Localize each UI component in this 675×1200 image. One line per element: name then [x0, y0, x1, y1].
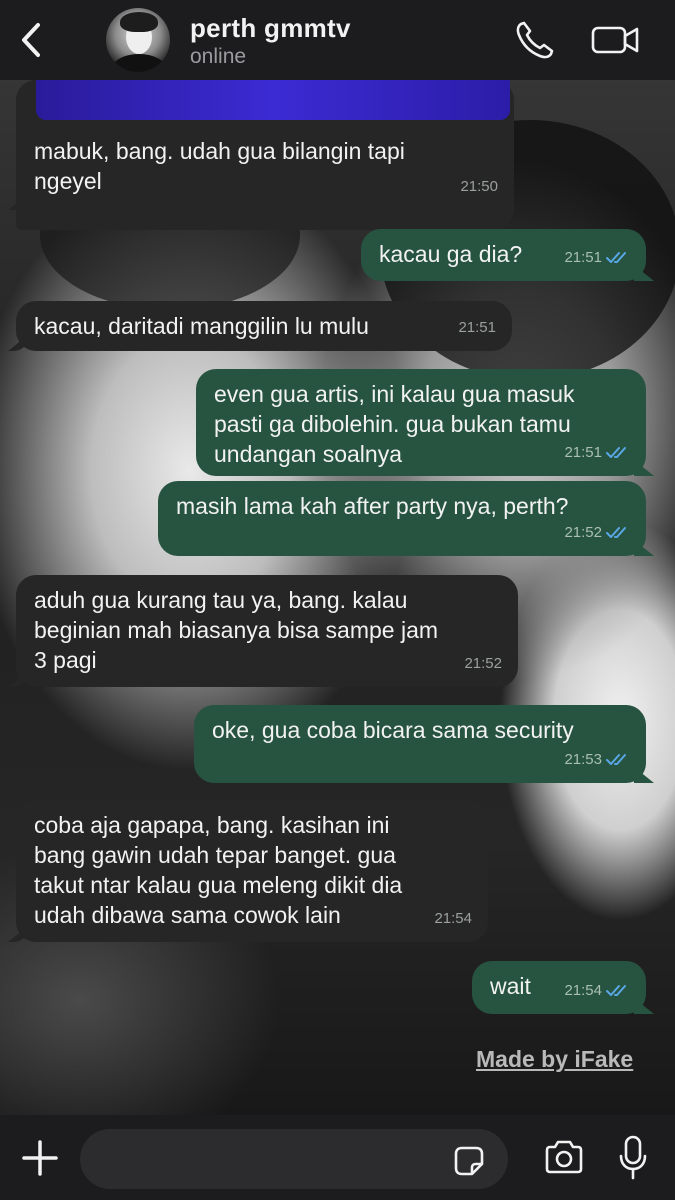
camera-icon — [545, 1140, 583, 1174]
chat-header: perth gmmtv online — [0, 0, 675, 80]
video-camera-icon — [591, 26, 639, 54]
message-meta: 21:50 — [460, 172, 498, 202]
outgoing-message[interactable]: masih lama kah after party nya, perth? 21… — [158, 481, 654, 556]
message-time: 21:52 — [564, 524, 602, 541]
outgoing-message[interactable]: even gua artis, ini kalau gua masuk past… — [196, 369, 654, 476]
message-text: aduh gua kurang tau ya, bang. kalau begi… — [34, 587, 439, 673]
avatar[interactable] — [106, 8, 170, 72]
media-thumbnail[interactable] — [36, 80, 510, 120]
message-time: 21:52 — [464, 655, 502, 672]
voice-call-button[interactable] — [512, 18, 558, 62]
read-receipt-icon — [606, 754, 626, 765]
message-text: oke, gua coba bicara sama security — [212, 717, 574, 743]
incoming-message[interactable]: mabuk, bang. udah gua bilangin tapi ngey… — [8, 126, 514, 210]
message-meta: 21:51 — [458, 313, 496, 343]
message-meta: 21:52 — [464, 649, 502, 679]
message-input[interactable] — [80, 1129, 508, 1189]
message-meta: 21:54 — [564, 976, 630, 1006]
plus-icon — [22, 1140, 58, 1176]
message-time: 21:51 — [564, 249, 602, 266]
message-text: kacau, daritadi manggilin lu mulu — [34, 313, 369, 339]
watermark: Made by iFake — [476, 1046, 634, 1072]
message-text: coba aja gapapa, bang. kasihan ini bang … — [34, 812, 403, 928]
incoming-message[interactable]: kacau, daritadi manggilin lu mulu 21:51 — [8, 301, 512, 351]
incoming-message[interactable]: coba aja gapapa, bang. kasihan ini bang … — [8, 800, 488, 942]
voice-message-button[interactable] — [618, 1134, 648, 1182]
sticker-icon — [454, 1146, 484, 1176]
message-meta: 21:51 — [564, 243, 630, 273]
back-button[interactable] — [14, 18, 48, 62]
microphone-icon — [619, 1135, 647, 1180]
read-receipt-icon — [606, 527, 626, 538]
read-receipt-icon — [606, 985, 626, 996]
contact-name[interactable]: perth gmmtv — [190, 13, 351, 44]
message-time: 21:50 — [460, 178, 498, 195]
message-meta: 21:52 — [564, 518, 630, 548]
attach-button[interactable] — [20, 1138, 60, 1178]
message-text: masih lama kah after party nya, perth? — [176, 493, 569, 519]
message-time: 21:53 — [564, 751, 602, 768]
chevron-left-icon — [22, 23, 40, 57]
outgoing-message[interactable]: wait 21:54 — [472, 961, 654, 1014]
camera-button[interactable] — [543, 1138, 585, 1176]
outgoing-message[interactable]: kacau ga dia? 21:51 — [361, 229, 654, 281]
outgoing-message[interactable]: oke, gua coba bicara sama security 21:53 — [194, 705, 654, 783]
phone-icon — [516, 21, 554, 59]
message-meta: 21:53 — [564, 745, 630, 775]
sticker-button[interactable] — [452, 1144, 486, 1178]
video-call-button[interactable] — [590, 20, 642, 60]
message-meta: 21:51 — [564, 438, 630, 468]
message-time: 21:51 — [458, 319, 496, 336]
incoming-message[interactable]: aduh gua kurang tau ya, bang. kalau begi… — [8, 575, 518, 687]
read-receipt-icon — [606, 252, 626, 263]
contact-status: online — [190, 45, 247, 68]
message-time: 21:51 — [564, 444, 602, 461]
message-time: 21:54 — [434, 910, 472, 927]
message-meta: 21:54 — [434, 904, 472, 934]
message-time: 21:54 — [564, 982, 602, 999]
message-text: mabuk, bang. udah gua bilangin tapi ngey… — [34, 138, 405, 194]
read-receipt-icon — [606, 447, 626, 458]
